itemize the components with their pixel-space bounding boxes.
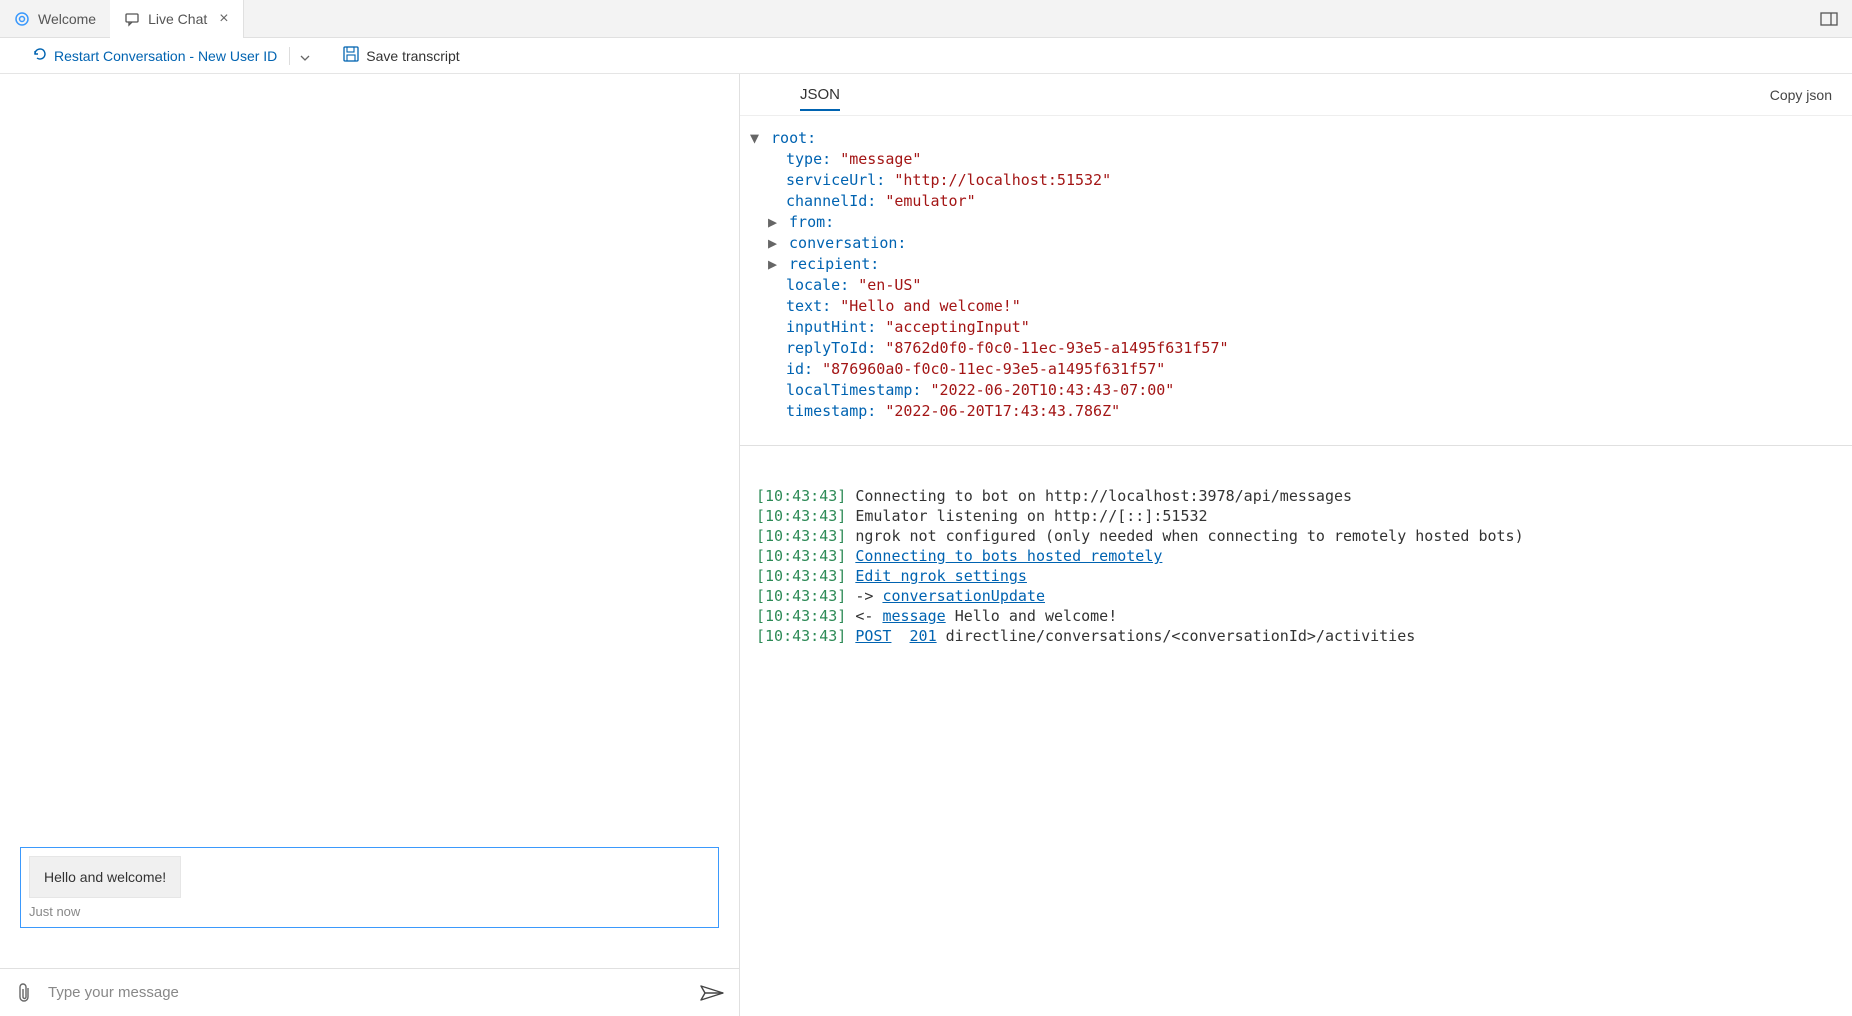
caret-right-icon[interactable]: ▶ (768, 254, 780, 275)
json-row[interactable]: localTimestamp: "2022-06-20T10:43:43-07:… (750, 380, 1842, 401)
log-link[interactable]: message (882, 607, 945, 625)
restart-dropdown[interactable] (294, 48, 316, 64)
attachment-button[interactable] (14, 982, 34, 1004)
chat-icon (124, 11, 140, 27)
json-row[interactable]: timestamp: "2022-06-20T17:43:43.786Z" (750, 401, 1842, 422)
message-input[interactable] (48, 984, 685, 1001)
json-tab[interactable]: JSON (800, 78, 840, 111)
log-line: [10:43:43] Connecting to bot on http://l… (756, 486, 1836, 506)
tab-bar: Welcome Live Chat × (0, 0, 1852, 38)
restart-icon (32, 46, 48, 65)
log-line: [10:43:43] Edit ngrok settings (756, 566, 1836, 586)
save-icon (342, 45, 360, 66)
json-row-recipient[interactable]: ▶ recipient: (750, 254, 1842, 275)
restart-conversation-button[interactable]: Restart Conversation - New User ID (24, 38, 285, 74)
log-line: [10:43:43] ngrok not configured (only ne… (756, 526, 1836, 546)
save-label: Save transcript (366, 48, 459, 64)
chat-composer (0, 968, 739, 1016)
json-row-from[interactable]: ▶ from: (750, 212, 1842, 233)
chat-pane: Hello and welcome! Just now (0, 74, 740, 1016)
json-row[interactable]: locale: "en-US" (750, 275, 1842, 296)
tab-welcome[interactable]: Welcome (0, 0, 110, 38)
json-row[interactable]: id: "876960a0-f0c0-11ec-93e5-a1495f631f5… (750, 359, 1842, 380)
main-split: Hello and welcome! Just now JSON Copy js… (0, 74, 1852, 1016)
message-bubble: Hello and welcome! (29, 856, 181, 898)
json-row[interactable]: serviceUrl: "http://localhost:51532" (750, 170, 1842, 191)
log-line: [10:43:43] -> conversationUpdate (756, 586, 1836, 606)
caret-right-icon[interactable]: ▶ (768, 212, 780, 233)
toolbar: Restart Conversation - New User ID Save … (0, 38, 1852, 74)
caret-right-icon[interactable]: ▶ (768, 233, 780, 254)
toolbar-separator (289, 47, 290, 65)
chat-transcript: Hello and welcome! Just now (0, 74, 739, 968)
json-row[interactable]: text: "Hello and welcome!" (750, 296, 1842, 317)
json-row[interactable]: channelId: "emulator" (750, 191, 1842, 212)
json-row[interactable]: type: "message" (750, 149, 1842, 170)
log-line: [10:43:43] Connecting to bots hosted rem… (756, 546, 1836, 566)
copy-json-button[interactable]: Copy json (1770, 87, 1832, 103)
inspector-header: JSON Copy json (740, 74, 1852, 116)
message-timestamp: Just now (29, 904, 710, 919)
restart-label: Restart Conversation - New User ID (54, 48, 277, 64)
message-text: Hello and welcome! (44, 869, 166, 885)
json-row-conversation[interactable]: ▶ conversation: (750, 233, 1842, 254)
log-line: [10:43:43] <- message Hello and welcome! (756, 606, 1836, 626)
app-icon (14, 11, 30, 27)
log-link-post[interactable]: POST (855, 627, 891, 645)
json-row[interactable]: inputHint: "acceptingInput" (750, 317, 1842, 338)
log-line: [10:43:43] Emulator listening on http://… (756, 506, 1836, 526)
json-row-root[interactable]: ▼ root: (750, 128, 1842, 149)
send-button[interactable] (699, 984, 725, 1002)
panel-toggle-button[interactable] (1806, 0, 1852, 38)
log-link[interactable]: Edit ngrok settings (855, 567, 1027, 585)
json-tree[interactable]: ▼ root: type: "message" serviceUrl: "htt… (740, 116, 1852, 446)
log-pane[interactable]: [10:43:43] Connecting to bot on http://l… (740, 446, 1852, 1016)
log-line: [10:43:43] POST 201 directline/conversat… (756, 626, 1836, 646)
log-link-code[interactable]: 201 (910, 627, 937, 645)
inspector-pane: JSON Copy json ▼ root: type: "message" s… (740, 74, 1852, 1016)
tab-livechat[interactable]: Live Chat × (110, 0, 244, 38)
log-link[interactable]: conversationUpdate (882, 587, 1045, 605)
save-transcript-button[interactable]: Save transcript (334, 38, 467, 74)
tab-livechat-label: Live Chat (148, 11, 207, 27)
selected-message[interactable]: Hello and welcome! Just now (20, 847, 719, 928)
log-link[interactable]: Connecting to bots hosted remotely (855, 547, 1162, 565)
close-icon[interactable]: × (219, 10, 228, 28)
json-row[interactable]: replyToId: "8762d0f0-f0c0-11ec-93e5-a149… (750, 338, 1842, 359)
caret-down-icon[interactable]: ▼ (750, 128, 762, 149)
tab-welcome-label: Welcome (38, 11, 96, 27)
